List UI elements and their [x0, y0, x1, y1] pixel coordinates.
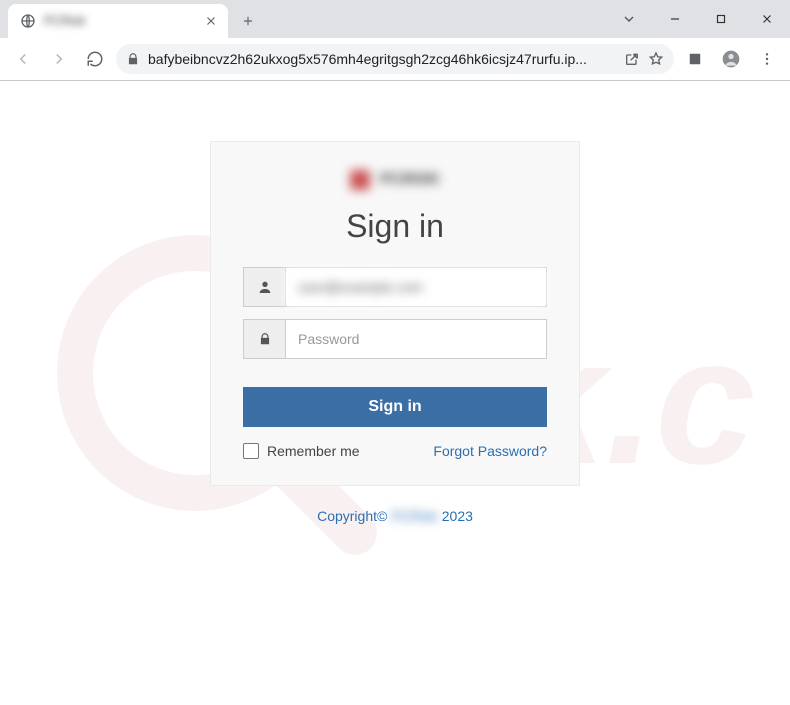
maximize-button[interactable]: [698, 0, 744, 38]
new-tab-button[interactable]: [234, 7, 262, 35]
profile-icon[interactable]: [716, 44, 746, 74]
chevron-down-icon[interactable]: [606, 0, 652, 38]
password-input-group: [243, 319, 547, 359]
remember-label: Remember me: [267, 443, 360, 459]
copyright-year: 2023: [438, 508, 473, 524]
brand-row: PCRISK: [243, 170, 547, 190]
email-input-group: [243, 267, 547, 307]
signin-heading: Sign in: [243, 208, 547, 245]
url-text: bafybeibncvz2h62ukxog5x576mh4egritgsgh2z…: [148, 51, 616, 67]
browser-toolbar: bafybeibncvz2h62ukxog5x576mh4egritgsgh2z…: [0, 38, 790, 80]
forward-button[interactable]: [44, 44, 74, 74]
close-icon[interactable]: [204, 14, 218, 28]
lock-icon: [244, 320, 286, 358]
forgot-password-link[interactable]: Forgot Password?: [433, 443, 547, 459]
copyright-line: Copyright© PCRisk 2023: [0, 508, 790, 524]
reload-button[interactable]: [80, 44, 110, 74]
extensions-icon[interactable]: [680, 44, 710, 74]
form-footer: Remember me Forgot Password?: [243, 443, 547, 459]
lock-icon: [126, 52, 140, 66]
copyright-brand: PCRisk: [391, 508, 438, 524]
email-field[interactable]: [286, 268, 546, 306]
checkbox-icon[interactable]: [243, 443, 259, 459]
share-icon[interactable]: [624, 51, 640, 67]
user-icon: [244, 268, 286, 306]
back-button[interactable]: [8, 44, 38, 74]
address-bar[interactable]: bafybeibncvz2h62ukxog5x576mh4egritgsgh2z…: [116, 44, 674, 74]
password-field[interactable]: [286, 320, 546, 358]
remember-me[interactable]: Remember me: [243, 443, 360, 459]
close-window-button[interactable]: [744, 0, 790, 38]
minimize-button[interactable]: [652, 0, 698, 38]
globe-icon: [20, 13, 36, 29]
copyright-prefix: Copyright©: [317, 508, 391, 524]
brand-text: PCRISK: [380, 171, 440, 189]
signin-button[interactable]: Sign in: [243, 387, 547, 427]
bookmark-icon[interactable]: [648, 51, 664, 67]
kebab-menu-icon[interactable]: [752, 44, 782, 74]
browser-tab[interactable]: PCRisk: [8, 4, 228, 38]
tab-title: PCRisk: [44, 14, 86, 28]
page-viewport: PCRISK Sign in Sign in Remember me Forgo…: [0, 81, 790, 666]
brand-logo-icon: [350, 170, 370, 190]
window-controls: [606, 0, 790, 38]
browser-chrome: PCRisk: [0, 0, 790, 81]
login-card: PCRISK Sign in Sign in Remember me Forgo…: [210, 141, 580, 486]
